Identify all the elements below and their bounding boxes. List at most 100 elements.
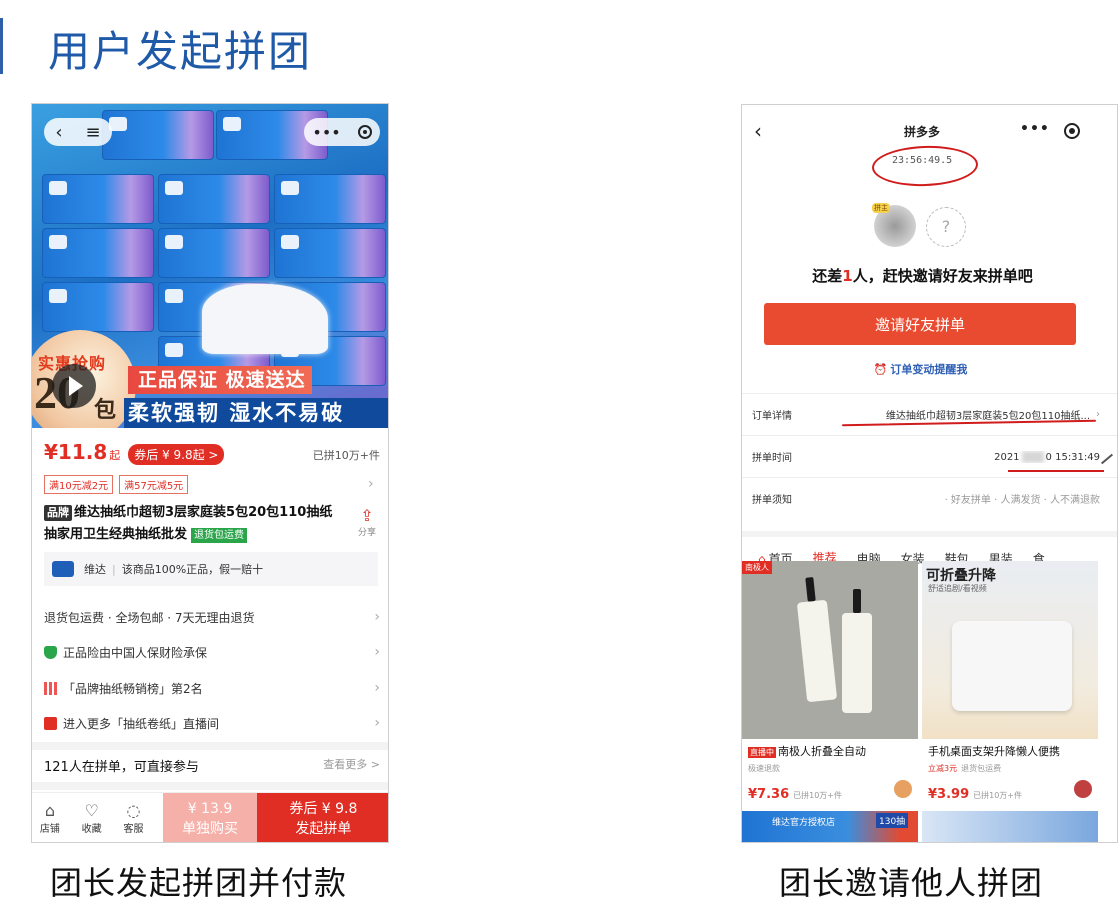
product-sold: 已拼10万+件 — [793, 791, 843, 800]
invite-count: 1 — [842, 267, 853, 285]
start-group-price: 券后 ¥ 9.8 — [289, 800, 358, 817]
share-button[interactable]: ⇪ 分享 — [354, 506, 380, 538]
order-remind-link[interactable]: ⏰ 订单变动提醒我 — [742, 361, 1099, 377]
product-sub-text: 退货包运费 — [961, 764, 1002, 773]
brand-guarantee-row[interactable]: 维达 | 该商品100%正品，假一赔十 — [44, 552, 378, 586]
product-name-text: 南极人折叠全自动 — [778, 745, 866, 758]
product-card[interactable]: 可折叠升降 舒适追剧/看视频 手机桌面支架升降懒人便携 立减3元 退货包运费 ¥3… — [922, 561, 1098, 809]
product-feed: 南极人 直播中 南极人折叠全自动 极速退款 ¥7.36 已拼10万+件 可折叠升降… — [742, 561, 1117, 842]
service-row-insurance[interactable]: 正品险由中国人保财险承保 › — [44, 642, 380, 662]
section-divider — [32, 782, 388, 790]
notice-row[interactable]: 拼单须知 · 好友拼单 · 人满发货 · 人不满退款 — [752, 491, 1100, 506]
brand-tag: 品牌 — [44, 505, 72, 521]
notice-label: 拼单须知 — [752, 495, 792, 506]
invite-suffix: 人，赶快邀请好友来拼单吧 — [852, 267, 1033, 285]
product-sub: 极速退款 — [748, 764, 780, 773]
next-products-row: 维达官方授权店 130抽 — [742, 811, 1117, 842]
service-row-live[interactable]: 进入更多「抽纸卷纸」直播间 › — [44, 713, 380, 733]
product-image: 南极人 — [742, 561, 918, 739]
brand-logo-icon — [52, 561, 74, 577]
live-tag: 直播中 — [748, 747, 776, 758]
promo-banner-blue: 柔软强韧 湿水不易破 — [124, 398, 388, 428]
chevron-right-icon: › — [374, 680, 380, 696]
product-card-partial[interactable]: 维达官方授权店 130抽 — [742, 811, 918, 842]
product-name: 手机桌面支架升降懒人便携 — [928, 745, 1060, 758]
invite-friends-button[interactable]: 邀请好友拼单 — [764, 303, 1076, 345]
product-card-partial[interactable] — [922, 811, 1098, 842]
group-buy-row[interactable]: 121人在拼单，可直接参与 查看更多 > — [44, 756, 380, 775]
annotation-underline — [1008, 470, 1104, 472]
product-image[interactable]: ‹ ≡ ••• 实惠抢购 20 包 正品保证 极速送达 柔软强韧 湿水不易破 — [32, 104, 388, 428]
shield-icon — [44, 645, 57, 659]
order-time-prefix: 2021 — [994, 451, 1020, 463]
more-icon[interactable]: ••• — [1020, 121, 1050, 137]
product-image: 可折叠升降 舒适追剧/看视频 — [922, 561, 1098, 739]
order-detail-label: 订单详情 — [752, 411, 792, 422]
caption-left: 团长发起拼团并付款 — [50, 864, 348, 902]
sold-count: 已拼10万+件 — [312, 449, 380, 462]
count-box: 130抽 — [876, 813, 909, 828]
invite-prefix: 还差 — [812, 267, 843, 285]
service-row-ranking[interactable]: 「品牌抽纸畅销榜」第2名 › — [44, 678, 380, 698]
product-sold: 已拼10万+件 — [973, 791, 1023, 800]
store-button[interactable]: ⌂ 店铺 — [32, 793, 68, 842]
favorite-label: 收藏 — [81, 824, 102, 835]
promo-badge-unit: 包 — [94, 398, 117, 423]
ranking-icon — [44, 681, 57, 695]
invite-message: 还差1人，赶快邀请好友来拼单吧 — [742, 265, 1117, 286]
empty-member-slot[interactable]: ? — [926, 207, 966, 247]
store-label: 维达官方授权店 — [772, 818, 836, 828]
buy-alone-button[interactable]: ¥ 13.9 单独购买 — [163, 793, 257, 842]
price-suffix: 起 — [109, 449, 121, 462]
close-mini-program-icon[interactable] — [357, 125, 372, 139]
product-name: 直播中 南极人折叠全自动 — [748, 743, 912, 759]
product-image-subhead: 舒适追剧/看视频 — [928, 584, 987, 593]
redacted-blur — [1021, 450, 1044, 463]
chevron-right-icon: › — [374, 644, 380, 660]
start-group-button[interactable]: 券后 ¥ 9.8 发起拼单 — [256, 793, 388, 842]
remind-label: 订单变动提醒我 — [890, 363, 968, 376]
price: ¥11.8 — [44, 440, 108, 464]
favorite-button[interactable]: ♡ 收藏 — [74, 793, 110, 842]
order-time-suffix: 0 15:31:49 — [1045, 451, 1100, 463]
view-more-link[interactable]: 查看更多 > — [323, 756, 380, 775]
notice-value: · 好友拼单 · 人满发货 · 人不满退款 — [944, 495, 1100, 506]
caption-right: 团长邀请他人拼团 — [779, 864, 1044, 902]
product-price-row: ¥7.36 已拼10万+件 — [748, 780, 912, 802]
service-text: 进入更多「抽纸卷纸」直播间 — [63, 716, 220, 731]
order-time-label: 拼单时间 — [752, 453, 792, 464]
buy-alone-label: 单独购买 — [182, 820, 239, 837]
product-title-text: 维达抽纸巾超韧3层家庭装5包20包110抽纸抽家用卫生经典抽纸批发 — [44, 505, 333, 542]
close-mini-program-icon[interactable] — [1064, 123, 1080, 139]
back-icon[interactable]: ‹ — [55, 122, 62, 143]
discount-tags[interactable]: 满10元减2元 满57元减5元 — [44, 475, 189, 494]
bottom-action-bar: ⌂ 店铺 ♡ 收藏 ◌ 客服 ¥ 13.9 单独购买 券后 ¥ 9.8 发起拼单 — [32, 792, 388, 842]
service-row-returns[interactable]: 退货包运费 · 全场包邮 · 7天无理由退货 › — [44, 607, 380, 627]
coupon-tag[interactable]: 券后 ¥ 9.8起 > — [128, 444, 225, 465]
product-card[interactable]: 南极人 直播中 南极人折叠全自动 极速退款 ¥7.36 已拼10万+件 — [742, 561, 918, 809]
product-detail-screenshot: ‹ ≡ ••• 实惠抢购 20 包 正品保证 极速送达 柔软强韧 湿水不易破 ¥… — [31, 103, 389, 843]
service-text: 退货包运费 · 全场包邮 · 7天无理由退货 — [44, 610, 255, 625]
product-title: 品牌 维达抽纸巾超韧3层家庭装5包20包110抽纸抽家用卫生经典抽纸批发 退货包运费 — [44, 502, 334, 546]
slide-title: 用户发起拼团 — [48, 27, 313, 76]
group-buy-text: 121人在拼单，可直接参与 — [44, 760, 199, 775]
heart-icon: ♡ — [84, 801, 99, 820]
video-play-icon[interactable] — [52, 364, 96, 408]
chevron-right-icon: › — [368, 476, 374, 492]
service-text: 「品牌抽纸畅销榜」第2名 — [63, 681, 203, 696]
product-price: ¥7.36 — [748, 787, 790, 802]
product-price-row: ¥3.99 已拼10万+件 — [928, 780, 1092, 802]
nav-pill: ‹ ≡ — [44, 118, 112, 146]
menu-icon[interactable]: ≡ — [85, 122, 100, 143]
product-discount: 立减3元 — [928, 764, 958, 773]
service-button[interactable]: ◌ 客服 — [116, 793, 152, 842]
product-price: ¥3.99 — [928, 787, 970, 802]
divider — [742, 477, 1117, 478]
alarm-icon: ⏰ — [873, 363, 888, 376]
chevron-right-icon: › — [1096, 409, 1100, 420]
section-divider — [32, 742, 388, 750]
discount-tag: 满57元减5元 — [119, 475, 189, 494]
more-icon[interactable]: ••• — [312, 123, 340, 142]
live-icon — [44, 716, 57, 730]
order-time-value: 2021 0 15:31:49 — [994, 450, 1100, 463]
